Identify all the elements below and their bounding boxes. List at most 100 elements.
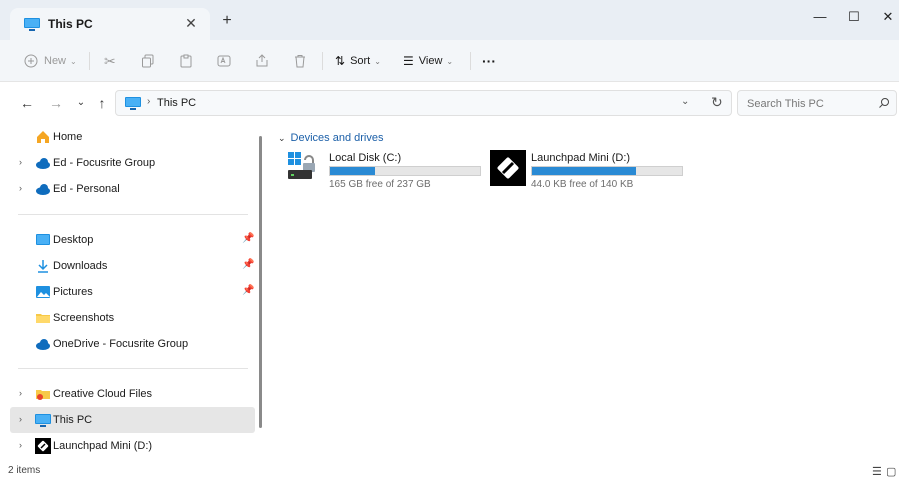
drive-free-space: 165 GB free of 237 GB	[329, 179, 431, 190]
view-label: View	[418, 55, 443, 67]
file-view: ⌄ Devices and drives Local Disk (C:) 165…	[270, 122, 899, 462]
more-options-button[interactable]: ···	[482, 51, 496, 71]
sidebar-item-this-pc[interactable]: › This PC	[10, 407, 255, 433]
expand-chevron-icon[interactable]: ›	[19, 414, 22, 424]
sidebar-item-label: Ed - Focusrite Group	[53, 157, 156, 169]
status-bar: 2 items ☰ ▢	[0, 462, 899, 479]
share-button[interactable]	[255, 51, 269, 71]
new-button[interactable]: New ⌄	[24, 51, 77, 71]
cloud-icon	[36, 158, 50, 169]
expand-chevron-icon[interactable]: ›	[19, 183, 22, 193]
pc-icon	[35, 414, 51, 427]
sidebar-item-label: Creative Cloud Files	[53, 388, 153, 400]
drive-free-space: 44.0 KB free of 140 KB	[531, 179, 634, 190]
drive-name: Local Disk (C:)	[329, 152, 402, 164]
collapse-chevron-icon[interactable]: ⌄	[278, 133, 286, 144]
refresh-icon[interactable]: ↻	[711, 94, 723, 111]
drive-usage-bar	[531, 166, 683, 176]
tab-close-icon[interactable]: ✕	[182, 14, 200, 32]
command-bar: New ⌄ ✂ ⇅ Sort ⌄ ☰ View ⌄ ···	[0, 40, 899, 82]
expand-chevron-icon[interactable]: ›	[19, 157, 22, 167]
drive-name: Launchpad Mini (D:)	[531, 152, 631, 164]
new-tab-button[interactable]: +	[218, 12, 236, 30]
sort-label: Sort	[350, 55, 371, 67]
download-icon	[38, 260, 48, 273]
expand-chevron-icon[interactable]: ›	[19, 440, 22, 450]
folder-icon	[36, 314, 50, 323]
drive-launchpad-mini-d[interactable]: Launchpad Mini (D:) 44.0 KB free of 140 …	[490, 150, 690, 190]
chevron-down-icon: ⌄	[374, 56, 381, 66]
sidebar-item-desktop[interactable]: Desktop 📌	[10, 227, 255, 253]
address-dropdown-icon[interactable]: ⌄	[681, 96, 689, 107]
pin-icon[interactable]: 📌	[242, 259, 254, 270]
chevron-down-icon: ⌄	[70, 56, 77, 66]
sidebar-item-creative-cloud[interactable]: › Creative Cloud Files	[10, 381, 255, 407]
recent-locations-chevron-icon[interactable]: ⌄	[72, 94, 90, 112]
up-arrow-icon[interactable]: ↑	[93, 94, 111, 112]
drive-usage-fill	[330, 167, 375, 175]
home-icon	[37, 131, 49, 143]
sidebar-item-label: This PC	[53, 414, 93, 426]
pin-icon[interactable]: 📌	[242, 233, 254, 244]
scissors-icon: ✂	[104, 52, 116, 69]
cut-button[interactable]: ✂	[104, 51, 116, 71]
navigation-pane: Home › Ed - Focusrite Group › Ed - Perso…	[0, 122, 262, 462]
address-bar[interactable]: › This PC ⌄ ↻	[115, 90, 732, 116]
trash-icon	[295, 55, 305, 68]
new-label: New	[44, 55, 67, 67]
sidebar-item-ed-focusrite[interactable]: › Ed - Focusrite Group	[10, 150, 255, 176]
breadcrumb-this-pc[interactable]: This PC	[157, 97, 196, 109]
search-placeholder: Search This PC	[747, 98, 824, 110]
launchpad-icon	[490, 150, 526, 186]
sidebar-item-downloads[interactable]: Downloads 📌	[10, 253, 255, 279]
sidebar-item-label: Launchpad Mini (D:)	[53, 440, 153, 452]
launchpad-icon	[35, 438, 51, 454]
paste-icon	[180, 54, 192, 68]
item-count: 2 items	[8, 465, 41, 476]
sort-button[interactable]: ⇅ Sort ⌄	[335, 51, 381, 71]
sidebar-scrollbar[interactable]	[259, 136, 262, 428]
tab-this-pc[interactable]: This PC ✕	[10, 8, 210, 40]
forward-arrow-icon[interactable]: →	[47, 94, 65, 112]
rename-button[interactable]	[217, 51, 231, 71]
plus-circle-icon	[24, 54, 38, 68]
title-bar: This PC ✕ + — ☐ ✕	[0, 0, 899, 40]
tab-title: This PC	[48, 17, 93, 31]
creative-cloud-icon	[36, 390, 50, 400]
toolbar-divider	[89, 52, 90, 70]
sidebar-item-label: Desktop	[53, 234, 94, 246]
delete-button[interactable]	[293, 51, 307, 71]
address-row: ← → ⌄ ↑ › This PC ⌄ ↻ Search This PC	[0, 82, 899, 122]
group-header-devices[interactable]: ⌄ Devices and drives	[278, 132, 383, 144]
sidebar-item-ed-personal[interactable]: › Ed - Personal	[10, 176, 255, 202]
pc-icon	[125, 97, 141, 110]
tiles-view-icon[interactable]: ▢	[886, 465, 896, 478]
search-icon	[879, 98, 889, 108]
search-box[interactable]: Search This PC	[737, 90, 897, 116]
copy-button[interactable]	[141, 51, 155, 71]
sidebar-item-onedrive-focusrite[interactable]: OneDrive - Focusrite Group	[10, 331, 255, 357]
view-button[interactable]: ☰ View ⌄	[403, 51, 453, 71]
view-icon: ☰	[403, 54, 414, 68]
sidebar-item-label: Downloads	[53, 260, 108, 272]
paste-button[interactable]	[179, 51, 193, 71]
cloud-icon	[36, 339, 50, 350]
chevron-down-icon: ⌄	[446, 56, 454, 66]
close-window-button[interactable]: ✕	[868, 4, 899, 32]
pin-icon[interactable]: 📌	[242, 285, 254, 296]
copy-icon	[142, 54, 154, 68]
sidebar-item-label: Home	[53, 131, 83, 143]
back-arrow-icon[interactable]: ←	[18, 94, 36, 112]
breadcrumb-chevron-icon[interactable]: ›	[147, 96, 150, 107]
drive-usage-fill	[532, 167, 636, 175]
drive-local-disk-c[interactable]: Local Disk (C:) 165 GB free of 237 GB	[288, 150, 488, 190]
sidebar-item-launchpad-mini[interactable]: › Launchpad Mini (D:)	[10, 433, 255, 459]
sort-icon: ⇅	[335, 54, 346, 68]
group-label: Devices and drives	[290, 132, 384, 144]
sidebar-item-pictures[interactable]: Pictures 📌	[10, 279, 255, 305]
sidebar-item-screenshots[interactable]: Screenshots	[10, 305, 255, 331]
expand-chevron-icon[interactable]: ›	[19, 388, 22, 398]
details-view-icon[interactable]: ☰	[872, 465, 882, 478]
sidebar-item-home[interactable]: Home	[10, 124, 255, 150]
toolbar-divider	[470, 52, 471, 70]
